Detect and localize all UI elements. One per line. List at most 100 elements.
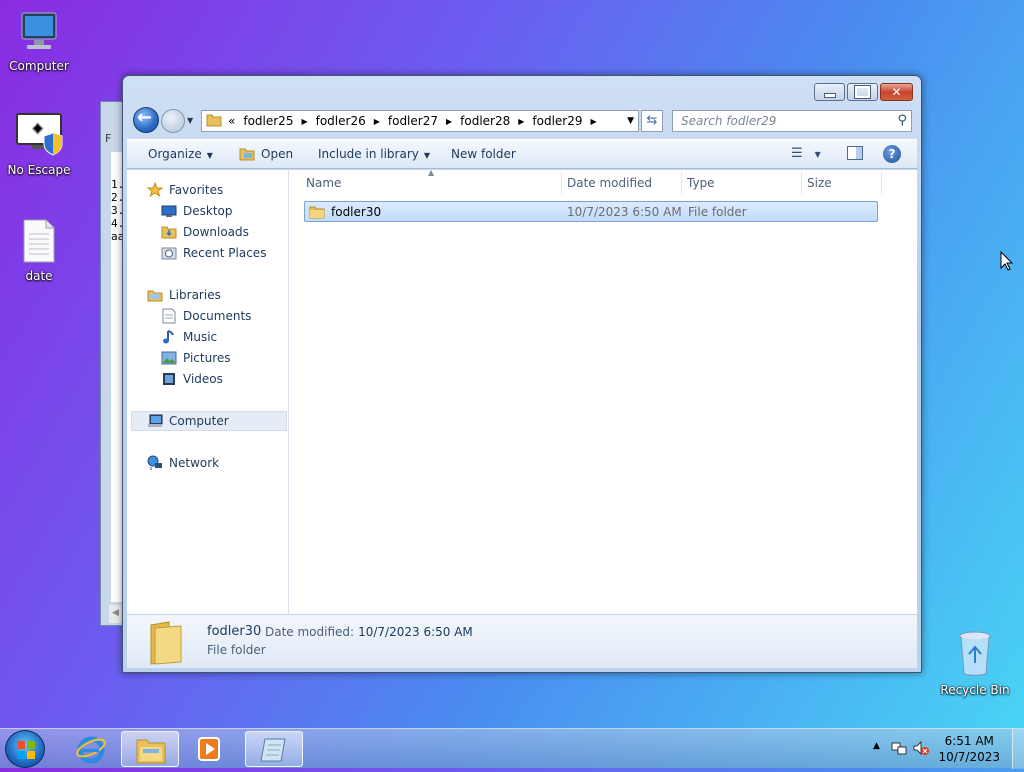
show-hidden-icons-button[interactable]: ▲ bbox=[873, 741, 880, 751]
column-divider[interactable] bbox=[801, 172, 802, 194]
column-header-type[interactable]: Type bbox=[687, 176, 715, 190]
nav-label: Music bbox=[183, 330, 218, 344]
chevron-right-icon[interactable]: ▶ bbox=[374, 117, 380, 126]
breadcrumb-label: fodler29 bbox=[532, 114, 583, 128]
open-folder-icon bbox=[239, 148, 255, 161]
refresh-icon: ⇆ bbox=[646, 113, 658, 128]
search-input[interactable]: Search fodler29 ⚲ bbox=[672, 110, 912, 132]
nav-item-pictures[interactable]: Pictures bbox=[161, 349, 231, 367]
help-button[interactable]: ? bbox=[883, 145, 901, 163]
downloads-folder-icon bbox=[161, 224, 177, 240]
mouse-cursor-icon bbox=[1000, 251, 1014, 271]
nav-item-desktop[interactable]: Desktop bbox=[161, 202, 233, 220]
maximize-button[interactable] bbox=[847, 83, 878, 101]
shield-monitor-icon: ✦ bbox=[1, 112, 77, 161]
minimize-button[interactable] bbox=[814, 83, 845, 101]
windows-logo-icon bbox=[17, 741, 35, 759]
chevron-right-icon[interactable]: ▶ bbox=[591, 117, 597, 126]
change-view-button[interactable]: ☰ ▼ bbox=[791, 146, 821, 161]
volume-muted-icon[interactable] bbox=[913, 740, 929, 759]
breadcrumb-item[interactable]: fodler28 ▶ bbox=[460, 114, 524, 128]
address-bar[interactable]: « fodler25 ▶ fodler26 ▶ fodler27 ▶ fodler28… bbox=[201, 110, 639, 132]
clock-date: 10/7/2023 bbox=[938, 750, 1000, 764]
maximize-icon bbox=[848, 84, 877, 100]
breadcrumb-item[interactable]: fodler29 ▶ bbox=[532, 114, 596, 128]
large-folder-icon bbox=[145, 621, 185, 668]
music-icon bbox=[161, 329, 177, 345]
organize-label: Organize bbox=[148, 147, 202, 161]
breadcrumb-label: fodler25 bbox=[243, 114, 294, 128]
desktop-icon-computer[interactable]: Computer bbox=[1, 10, 77, 73]
nav-item-computer[interactable]: Computer bbox=[147, 412, 229, 430]
computer-icon bbox=[1, 10, 77, 57]
taskbar-media-player[interactable] bbox=[181, 731, 239, 767]
nav-item-documents[interactable]: Documents bbox=[161, 307, 251, 325]
nav-item-videos[interactable]: Videos bbox=[161, 370, 223, 388]
taskbar-notepad[interactable] bbox=[245, 731, 303, 767]
nav-item-music[interactable]: Music bbox=[161, 328, 217, 346]
open-label: Open bbox=[261, 147, 294, 161]
nav-label: Favorites bbox=[169, 183, 224, 197]
forward-button[interactable] bbox=[161, 109, 185, 133]
documents-icon bbox=[161, 308, 177, 324]
include-in-library-button[interactable]: Include in library ▼ bbox=[318, 147, 430, 161]
address-dropdown-icon[interactable]: ▼ bbox=[627, 116, 634, 126]
chevron-right-icon[interactable]: ▶ bbox=[301, 117, 307, 126]
details-date-modified: Date modified: 10/7/2023 6:50 AM bbox=[265, 625, 473, 639]
column-divider[interactable] bbox=[881, 172, 882, 194]
network-status-icon[interactable] bbox=[891, 740, 907, 759]
desktop-icon bbox=[161, 203, 177, 219]
desktop-icon-label: date bbox=[25, 269, 53, 283]
refresh-button[interactable]: ⇆ bbox=[641, 110, 663, 132]
organize-button[interactable]: Organize ▼ bbox=[148, 147, 213, 161]
nav-item-network[interactable]: Network bbox=[147, 454, 219, 472]
breadcrumb-overflow[interactable]: « bbox=[228, 114, 235, 128]
taskbar-internet-explorer[interactable] bbox=[62, 731, 120, 767]
libraries-icon bbox=[147, 287, 163, 303]
breadcrumb-item[interactable]: fodler27 ▶ bbox=[388, 114, 452, 128]
details-type: File folder bbox=[207, 643, 266, 657]
chevron-down-icon: ▼ bbox=[206, 151, 213, 160]
column-header-size[interactable]: Size bbox=[807, 176, 832, 190]
desktop-icon-recycle-bin[interactable]: Recycle Bin bbox=[937, 630, 1013, 697]
search-icon[interactable]: ⚲ bbox=[897, 113, 907, 128]
chevron-right-icon[interactable]: ▶ bbox=[518, 117, 524, 126]
file-name: fodler30 bbox=[331, 205, 382, 219]
svg-text:✦: ✦ bbox=[31, 119, 44, 138]
file-date-cell: 10/7/2023 6:50 AM bbox=[567, 205, 682, 219]
pictures-icon bbox=[161, 350, 177, 366]
star-icon bbox=[147, 182, 163, 198]
column-header-date-modified[interactable]: Date modified bbox=[567, 176, 652, 190]
column-divider[interactable] bbox=[681, 172, 682, 194]
nav-label: Pictures bbox=[183, 351, 231, 365]
nav-item-downloads[interactable]: Downloads bbox=[161, 223, 249, 241]
close-button[interactable]: ✕ bbox=[880, 83, 913, 101]
column-divider[interactable] bbox=[561, 172, 562, 194]
desktop-icon-no-escape[interactable]: ✦ No Escape bbox=[1, 112, 77, 177]
details-date-label: Date modified: bbox=[265, 625, 355, 639]
preview-pane-button[interactable] bbox=[847, 146, 863, 163]
breadcrumb-item[interactable]: fodler25 ▶ bbox=[243, 114, 307, 128]
show-desktop-button[interactable] bbox=[1012, 729, 1024, 769]
desktop-icon-date[interactable]: date bbox=[1, 218, 77, 283]
nav-item-recent-places[interactable]: Recent Places bbox=[161, 244, 266, 262]
nav-item-libraries[interactable]: Libraries bbox=[147, 286, 221, 304]
nav-item-favorites[interactable]: Favorites bbox=[147, 181, 223, 199]
column-header-name[interactable]: Name bbox=[306, 176, 341, 190]
start-button[interactable] bbox=[5, 730, 45, 768]
taskbar-windows-explorer[interactable] bbox=[121, 731, 179, 767]
recent-pages-dropdown-icon[interactable]: ▼ bbox=[187, 116, 193, 125]
breadcrumb-item[interactable]: fodler26 ▶ bbox=[316, 114, 380, 128]
open-button[interactable]: Open bbox=[239, 147, 293, 161]
chevron-down-icon: ▼ bbox=[814, 150, 821, 159]
clock[interactable]: 6:51 AM 10/7/2023 bbox=[938, 733, 1000, 765]
background-menu-file[interactable]: F bbox=[105, 132, 111, 145]
nav-label: Computer bbox=[169, 414, 229, 428]
file-row[interactable]: fodler30 10/7/2023 6:50 AM File folder bbox=[304, 201, 878, 222]
back-button[interactable] bbox=[133, 107, 159, 133]
videos-icon bbox=[161, 371, 177, 387]
chevron-right-icon[interactable]: ▶ bbox=[446, 117, 452, 126]
nav-label: Downloads bbox=[183, 225, 249, 239]
new-folder-button[interactable]: New folder bbox=[451, 147, 516, 161]
text-file-icon bbox=[1, 218, 77, 267]
